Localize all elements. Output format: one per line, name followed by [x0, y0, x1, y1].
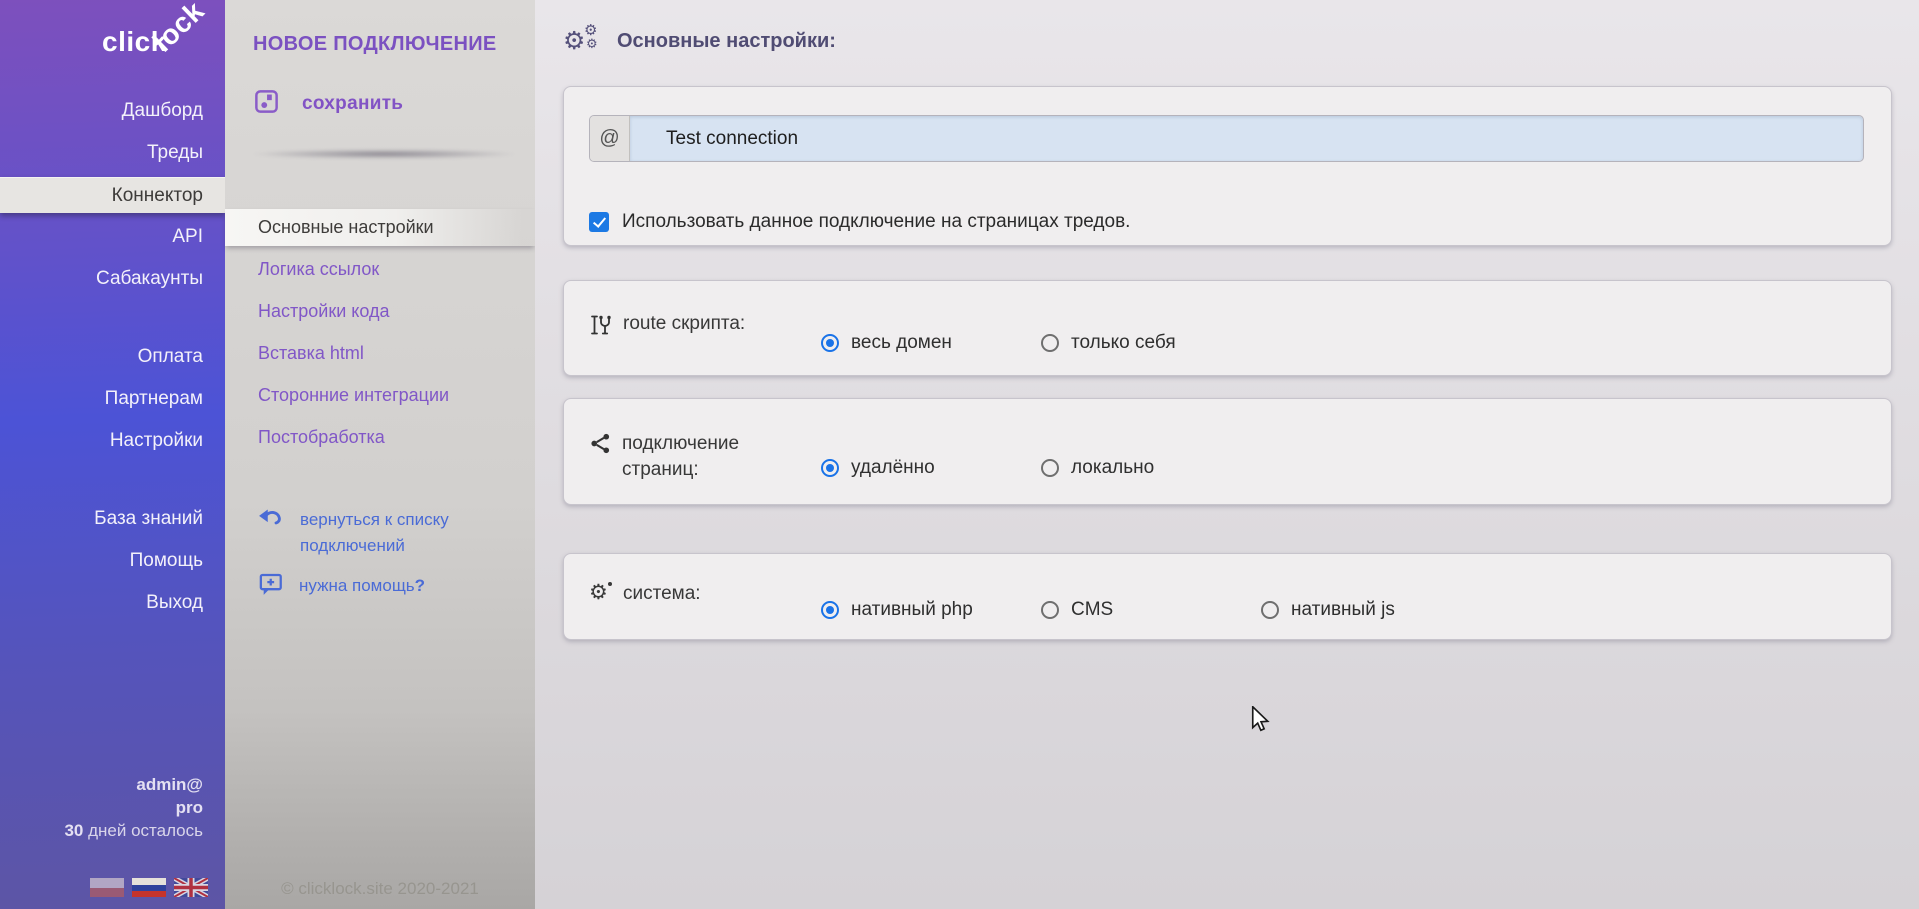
sidebar-item-connector[interactable]: Коннектор: [0, 177, 225, 213]
save-button-label: сохранить: [302, 93, 403, 115]
pages-option-remote[interactable]: удалённо: [821, 431, 1041, 504]
radio-unselected[interactable]: [1261, 601, 1279, 619]
gear-plus-icon: ⚙: [589, 582, 613, 606]
sidebar-item-knowledge-base[interactable]: База знаний: [0, 498, 225, 540]
system-option-cms[interactable]: CMS: [1041, 581, 1261, 639]
share-icon: [589, 432, 612, 504]
connection-name-input[interactable]: [630, 116, 1863, 161]
uk-flag-icon[interactable]: [174, 878, 208, 897]
route-script-card: route скрипта: весь домен только себя: [563, 280, 1892, 376]
radio-unselected[interactable]: [1041, 601, 1059, 619]
panel-title: НОВОЕ ПОДКЛЮЧЕНИЕ: [253, 33, 497, 56]
connection-panel: НОВОЕ ПОДКЛЮЧЕНИЕ сохранить Основные нас…: [225, 0, 535, 909]
menu-item-integrations[interactable]: Сторонние интеграции: [225, 374, 535, 416]
pages-connection-label: подключение страниц:: [622, 431, 792, 504]
account-days-left: 30 дней осталось: [64, 819, 203, 842]
panel-links: вернуться к списку подключений нужна пом…: [258, 507, 478, 601]
at-sign-addon: @: [590, 116, 630, 161]
menu-item-link-logic[interactable]: Логика ссылок: [225, 248, 535, 290]
main-content: ⚙⚙⚙ Основные настройки: @ Использовать д…: [535, 0, 1919, 909]
language-switcher: [90, 878, 208, 897]
system-option-native-php[interactable]: нативный php: [821, 581, 1041, 639]
russia-flag-icon[interactable]: [132, 878, 166, 897]
system-label-group: ⚙ система:: [589, 581, 821, 639]
radio-selected[interactable]: [821, 459, 839, 477]
floppy-disk-icon: [253, 88, 280, 120]
radio-selected[interactable]: [821, 601, 839, 619]
menu-item-code-settings[interactable]: Настройки кода: [225, 290, 535, 332]
connection-settings-menu: Основные настройки Логика ссылок Настрой…: [225, 206, 535, 458]
route-script-label-group: route скрипта:: [589, 311, 821, 375]
save-button[interactable]: сохранить: [253, 88, 403, 120]
route-script-label: route скрипта:: [623, 311, 745, 375]
pages-connection-label-group: подключение страниц:: [589, 431, 821, 504]
radio-unselected[interactable]: [1041, 459, 1059, 477]
menu-item-basic-settings[interactable]: Основные настройки: [225, 209, 535, 246]
sidebar-item-logout[interactable]: Выход: [0, 582, 225, 624]
menu-item-html-insert[interactable]: Вставка html: [225, 332, 535, 374]
comment-plus-icon: [258, 571, 283, 601]
system-option-native-js[interactable]: нативный js: [1261, 581, 1481, 639]
sidebar: click lock Дашборд Треды Коннектор API С…: [0, 0, 225, 909]
account-info: admin@ pro 30 дней осталось: [64, 773, 203, 842]
radio-unselected[interactable]: [1041, 334, 1059, 352]
panel-divider: [253, 149, 515, 159]
help-link-label: нужна помощь?: [299, 576, 425, 596]
account-login: admin@: [64, 773, 203, 796]
section-title: Основные настройки:: [617, 30, 836, 53]
sidebar-item-payment[interactable]: Оплата: [0, 336, 225, 378]
undo-arrow-icon: [258, 507, 284, 559]
connection-name-card: @ Использовать данное подключение на стр…: [563, 86, 1892, 246]
back-link-label: вернуться к списку подключений: [300, 507, 478, 559]
pages-option-local[interactable]: локально: [1041, 431, 1261, 504]
system-label: система:: [623, 581, 701, 639]
radio-selected[interactable]: [821, 334, 839, 352]
copyright-footer: © clicklock.site 2020-2021: [225, 879, 535, 899]
use-on-threads-label: Использовать данное подключение на стран…: [622, 211, 1130, 233]
app-window: click lock Дашборд Треды Коннектор API С…: [0, 0, 1919, 909]
use-on-threads-row: Использовать данное подключение на стран…: [589, 211, 1130, 233]
pages-connection-card: подключение страниц: удалённо локально: [563, 398, 1892, 505]
sidebar-item-threads[interactable]: Треды: [0, 132, 225, 174]
route-option-only-self[interactable]: только себя: [1041, 311, 1261, 375]
clicklock-logo[interactable]: click lock: [0, 0, 225, 80]
connection-name-input-group: @: [589, 115, 1864, 162]
need-help-link[interactable]: нужна помощь?: [258, 571, 478, 601]
route-split-icon: [589, 312, 613, 375]
gears-icon: ⚙⚙⚙: [563, 24, 601, 58]
poland-flag-icon[interactable]: [90, 878, 124, 897]
route-option-whole-domain[interactable]: весь домен: [821, 311, 1041, 375]
sidebar-nav: Дашборд Треды Коннектор API Сабакаунты О…: [0, 90, 225, 624]
sidebar-item-partners[interactable]: Партнерам: [0, 378, 225, 420]
sidebar-item-help[interactable]: Помощь: [0, 540, 225, 582]
section-header: ⚙⚙⚙ Основные настройки:: [563, 24, 836, 58]
menu-item-postprocessing[interactable]: Постобработка: [225, 416, 535, 458]
sidebar-item-api[interactable]: API: [0, 216, 225, 258]
system-card: ⚙ система: нативный php CMS нативный js: [563, 553, 1892, 640]
sidebar-item-dashboard[interactable]: Дашборд: [0, 90, 225, 132]
sidebar-item-settings[interactable]: Настройки: [0, 420, 225, 462]
sidebar-item-subaccounts[interactable]: Сабакаунты: [0, 258, 225, 300]
account-plan: pro: [64, 796, 203, 819]
use-on-threads-checkbox[interactable]: [589, 212, 609, 232]
back-to-connections-link[interactable]: вернуться к списку подключений: [258, 507, 478, 559]
